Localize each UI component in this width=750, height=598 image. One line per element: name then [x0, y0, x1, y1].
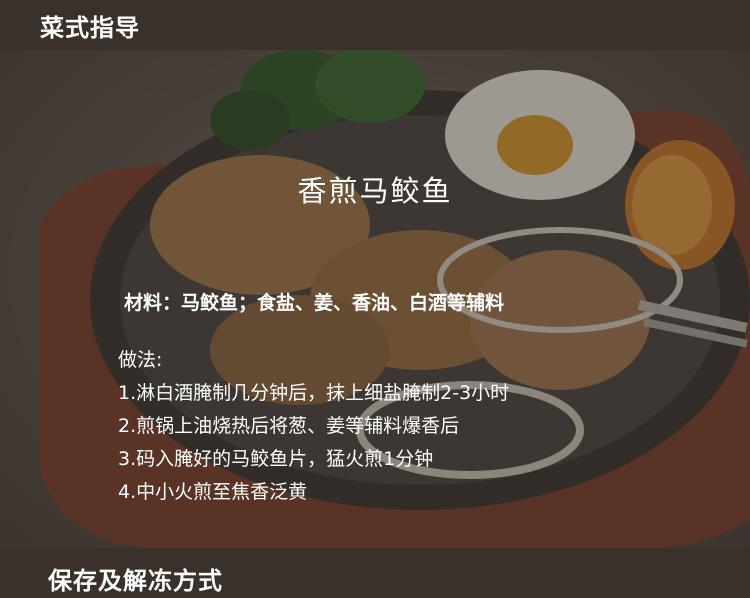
section-header-storage: 保存及解冻方式: [0, 548, 750, 598]
recipe-page: 菜式指导 香煎马鲛鱼 材料：马鲛鱼；食盐、姜、香油、白酒等辅料 做法: 1.淋白…: [0, 0, 750, 598]
section-title: 保存及解冻方式: [48, 566, 223, 595]
section-header-guide: 菜式指导: [0, 0, 750, 50]
dish-photo: 香煎马鲛鱼 材料：马鲛鱼；食盐、姜、香油、白酒等辅料 做法: 1.淋白酒腌制几分…: [0, 50, 750, 548]
ingredients-text: 材料：马鲛鱼；食盐、姜、香油、白酒等辅料: [124, 292, 505, 314]
method-step: 2.煎锅上油烧热后将葱、姜等辅料爆香后: [118, 415, 460, 437]
method-step: 4.中小火煎至焦香泛黄: [118, 481, 308, 503]
method-block: 做法: 1.淋白酒腌制几分钟后，抹上细盐腌制2-3小时 2.煎锅上油烧热后将葱、…: [118, 344, 509, 509]
dish-title: 香煎马鲛鱼: [297, 174, 453, 208]
method-label: 做法:: [118, 349, 163, 371]
section-title: 菜式指导: [40, 13, 140, 42]
method-step: 3.码入腌好的马鲛鱼片，猛火煎1分钟: [118, 448, 434, 470]
method-step: 1.淋白酒腌制几分钟后，抹上细盐腌制2-3小时: [118, 382, 510, 404]
